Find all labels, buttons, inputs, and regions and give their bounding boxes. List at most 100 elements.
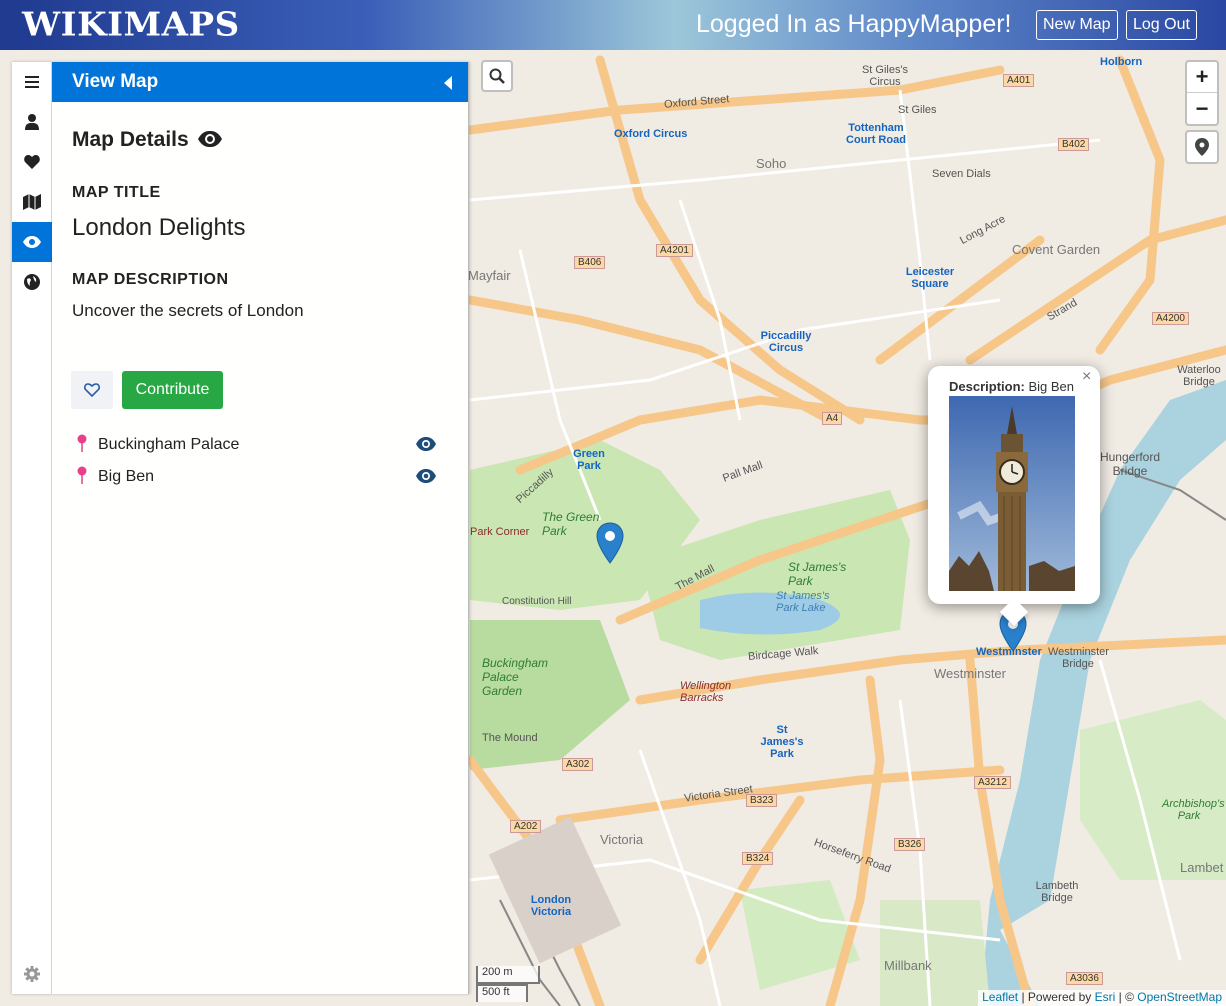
- panel-header: View Map: [52, 62, 468, 102]
- search-icon: [489, 68, 505, 84]
- leaflet-link[interactable]: Leaflet: [982, 990, 1018, 1004]
- map-title-value: London Delights: [72, 214, 246, 241]
- road-badge-b324: B324: [742, 852, 774, 865]
- map-marker-icon: [1195, 138, 1209, 156]
- map-label-st-giles: St Giles: [898, 104, 937, 116]
- pushpin-icon: [77, 466, 87, 484]
- map-label-archbishops-park: Archbishop's Park: [1162, 798, 1225, 822]
- map-label-piccadilly-circus: Piccadilly Circus: [760, 330, 812, 354]
- map-label-st-james-park-lake: St James's Park Lake: [776, 590, 830, 614]
- map-label-leicester: Leicester Square: [905, 266, 955, 290]
- gear-icon[interactable]: [24, 966, 40, 982]
- user-icon: [25, 114, 39, 130]
- rail-explore-button[interactable]: [12, 262, 52, 302]
- road-badge-b402: B402: [1058, 138, 1090, 151]
- new-map-button[interactable]: New Map: [1036, 10, 1118, 40]
- scale-imperial: 500 ft: [476, 984, 528, 1002]
- eye-icon[interactable]: [416, 437, 436, 451]
- map-label-lambeth-bridge: Lambeth Bridge: [1035, 880, 1079, 904]
- esri-link[interactable]: Esri: [1095, 990, 1116, 1004]
- map-label-holborn: Holborn: [1100, 56, 1143, 68]
- map-label-seven-dials: Seven Dials: [932, 168, 991, 180]
- collapse-panel-icon[interactable]: [444, 76, 452, 90]
- rail-profile-button[interactable]: [12, 102, 52, 142]
- map-label-st-james-station: St James's Park: [760, 724, 804, 760]
- panel-title: View Map: [72, 71, 159, 92]
- view-map-panel: View Map Map Details MAP TITLE London De…: [52, 62, 469, 994]
- locate-button[interactable]: [1185, 130, 1219, 164]
- pushpin-icon: [77, 434, 87, 452]
- place-name: Buckingham Palace: [98, 436, 240, 453]
- map-label-buckingham-garden: Buckingham Palace Garden: [482, 656, 549, 698]
- map-label-soho: Soho: [756, 156, 787, 171]
- eye-icon: [197, 131, 222, 147]
- log-out-button[interactable]: Log Out: [1126, 10, 1197, 40]
- top-navbar: WikiMaps Logged In as HappyMapper! New M…: [0, 0, 1226, 50]
- road-badge-a4201: A4201: [656, 244, 693, 257]
- map-label-victoria: Victoria: [600, 832, 644, 847]
- sidebar-rail: [12, 62, 52, 994]
- rail-view-map-button[interactable]: [12, 222, 52, 262]
- map-description-label: MAP DESCRIPTION: [72, 271, 229, 288]
- map-label-st-giles-circus: St Giles's Circus: [861, 64, 909, 88]
- place-name: Big Ben: [98, 468, 155, 485]
- rail-menu-button[interactable]: [12, 62, 52, 102]
- app-logo[interactable]: WikiMaps: [22, 6, 240, 44]
- scale-metric: 200 m: [476, 966, 540, 984]
- map-label-wellington: Wellington Barracks: [680, 680, 732, 704]
- map-icon: [23, 194, 41, 210]
- road-badge-a302: A302: [562, 758, 594, 771]
- map-description-value: Uncover the secrets of London: [72, 301, 304, 320]
- popup-description: Description: Big Ben: [949, 379, 1074, 394]
- popup-description-value: Big Ben: [1028, 379, 1075, 394]
- map-details-title: Map Details: [72, 128, 189, 151]
- map-marker-buckingham-palace[interactable]: [596, 522, 624, 564]
- heart-icon: [24, 155, 40, 169]
- road-badge-a4: A4: [822, 412, 843, 425]
- road-badge-b406: B406: [574, 256, 606, 269]
- heart-outline-icon: [84, 383, 100, 397]
- attribution-separator: | ©: [1115, 990, 1138, 1004]
- map-popup: Description: Big Ben ×: [928, 366, 1100, 627]
- place-item-big-ben[interactable]: Big Ben: [74, 466, 444, 490]
- map-label-westminster-bridge: Westminster Bridge: [1048, 646, 1109, 670]
- big-ben-photo: [949, 396, 1075, 591]
- map-details-heading: Map Details: [72, 128, 222, 152]
- eye-icon: [23, 236, 41, 248]
- map-label-the-mound: The Mound: [482, 732, 538, 744]
- map-label-constitution-hill: Constitution Hill: [502, 596, 572, 607]
- map-label-hungerford: Hungerford Bridge: [1099, 450, 1161, 478]
- road-badge-a202: A202: [510, 820, 542, 833]
- map-label-westminster: Westminster: [934, 666, 1006, 681]
- map-label-oxford-circus: Oxford Circus: [614, 128, 688, 140]
- map-label-tottenham: Tottenham Court Road: [846, 122, 906, 146]
- favorite-button[interactable]: [71, 371, 113, 409]
- logged-in-status: Logged In as HappyMapper!: [696, 10, 1012, 38]
- globe-icon: [24, 274, 40, 290]
- road-badge-a4200: A4200: [1152, 312, 1189, 325]
- popup-close-button[interactable]: ×: [1082, 368, 1091, 386]
- map-label-green-park-station: Green Park: [573, 448, 605, 472]
- eye-icon[interactable]: [416, 469, 436, 483]
- zoom-out-button[interactable]: −: [1187, 93, 1217, 124]
- road-badge-a3036: A3036: [1066, 972, 1103, 985]
- rail-favorites-button[interactable]: [12, 142, 52, 182]
- map-label-london-victoria: London Victoria: [530, 894, 572, 918]
- map-attribution: Leaflet | Powered by Esri | © OpenStreet…: [978, 990, 1226, 1006]
- bars-icon: [25, 76, 39, 88]
- road-badge-b323: B323: [746, 794, 778, 807]
- map-label-waterloo-bridge: Waterloo Bridge: [1177, 364, 1221, 388]
- zoom-in-button[interactable]: +: [1187, 62, 1217, 93]
- map-label-mayfair: Mayfair: [468, 268, 511, 283]
- map-search-button[interactable]: [481, 60, 513, 92]
- map-label-park-corner: Park Corner: [470, 526, 530, 538]
- attribution-powered-by: | Powered by: [1018, 990, 1095, 1004]
- osm-link[interactable]: OpenStreetMap: [1137, 990, 1222, 1004]
- contribute-button[interactable]: Contribute: [122, 371, 223, 409]
- road-badge-a3212: A3212: [974, 776, 1011, 789]
- map-label-st-james-park: St James's Park: [788, 560, 847, 588]
- map-title-label: MAP TITLE: [72, 184, 161, 201]
- map-label-lambeth: Lambet: [1180, 860, 1224, 875]
- rail-maps-button[interactable]: [12, 182, 52, 222]
- place-item-buckingham-palace[interactable]: Buckingham Palace: [74, 434, 444, 458]
